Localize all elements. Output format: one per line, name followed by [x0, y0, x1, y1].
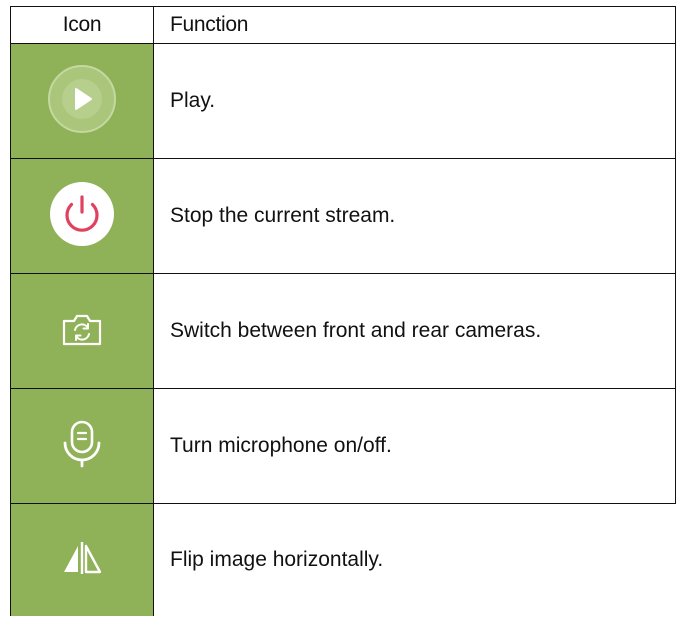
icon-cell: [10, 273, 154, 389]
row-description: Switch between front and rear cameras.: [153, 273, 676, 389]
table-header-row: Icon Function: [10, 6, 676, 44]
icon-cell: [10, 503, 154, 616]
table-row: Flip image horizontally.: [10, 503, 676, 616]
header-icon: Icon: [10, 6, 154, 44]
icon-cell: [10, 158, 154, 274]
play-icon: [46, 63, 118, 135]
row-description: Flip image horizontally.: [153, 503, 676, 616]
flip-horizontal-icon: [60, 540, 104, 576]
row-description: Turn microphone on/off.: [153, 388, 676, 504]
row-description: Stop the current stream.: [153, 158, 676, 274]
icon-cell: [10, 388, 154, 504]
microphone-icon: [60, 419, 104, 469]
table-row: Switch between front and rear cameras.: [10, 273, 676, 389]
header-function: Function: [153, 6, 676, 44]
table-row: Play.: [10, 43, 676, 159]
switch-camera-icon: [60, 309, 104, 349]
table-row: Turn microphone on/off.: [10, 388, 676, 504]
page: Icon Function Play. Stop the current str…: [0, 0, 685, 630]
row-description: Play.: [153, 43, 676, 159]
power-stop-icon: [47, 179, 117, 249]
icon-function-table: Icon Function Play. Stop the current str…: [10, 6, 676, 616]
icon-cell: [10, 43, 154, 159]
table-row: Stop the current stream.: [10, 158, 676, 274]
